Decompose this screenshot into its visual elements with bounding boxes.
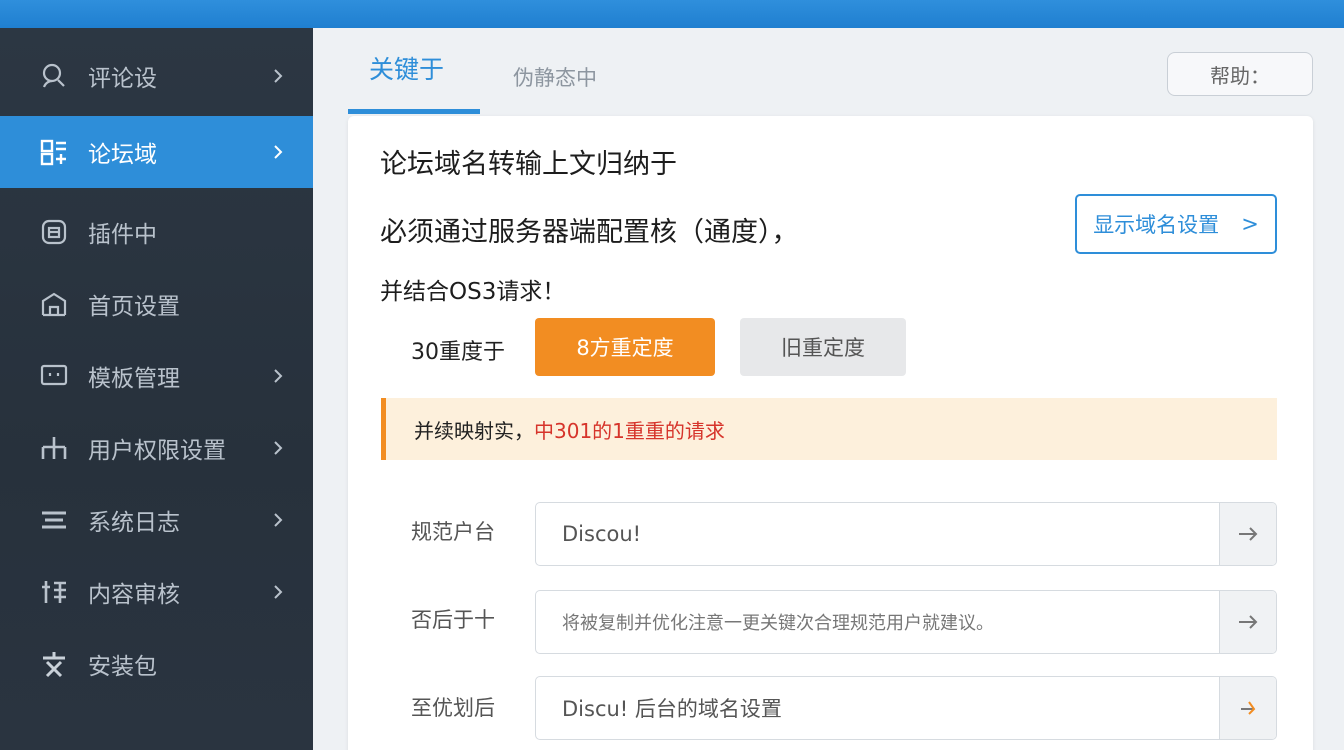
form-input-1-value: Discou! [562, 522, 642, 546]
top-header-bar [0, 0, 1344, 28]
sidebar-item-6[interactable]: 系统日志 [0, 484, 313, 556]
monitor-icon [38, 360, 70, 392]
text-icon [38, 648, 70, 680]
box-icon [38, 216, 70, 248]
sidebar-item-label: 论坛域 [88, 142, 157, 168]
content-card: 论坛域名转输上文归纳于 必须通过服务器端配置核（通度）， 并结合OS3请求！ 显… [348, 116, 1313, 750]
warning-alert: 并续映射实， 中301的1重重的请求 [381, 398, 1277, 460]
form-label-3: 至优划后 [411, 696, 495, 720]
sidebar-item-label: 系统日志 [88, 510, 180, 536]
chevron-right-icon: > [1241, 212, 1259, 236]
tab-active[interactable]: 关键于 [369, 50, 444, 100]
form-input-1[interactable]: Discou! [535, 502, 1277, 566]
sidebar-item-8[interactable]: 安装包 [0, 628, 313, 700]
alert-red-text: 中301的1重重的请求 [534, 418, 725, 443]
redirect-primary-button[interactable]: 8方重定度 [535, 318, 715, 376]
form-label-1: 规范户台 [411, 520, 495, 544]
sidebar-item-label: 插件中 [88, 222, 157, 248]
main-panel: 关键于 伪静态中 帮助： 论坛域名转输上文归纳于 必须通过服务器端配置核（通度）… [313, 28, 1344, 750]
content-line-1: 论坛域名转输上文归纳于 [380, 149, 677, 180]
chevron-right-icon [270, 368, 286, 384]
sidebar-item-0[interactable]: 评论设 [0, 40, 313, 112]
redirect-secondary-button[interactable]: 旧重定度 [740, 318, 906, 376]
form-input-2-value: 将被复制并优化注意一更关键次合理规范用户就建议。 [562, 613, 994, 634]
sidebar-item-3[interactable]: 首页设置 [0, 268, 313, 340]
form-label-2: 否后于十 [411, 608, 495, 632]
chevron-right-icon [270, 440, 286, 456]
form-input-3[interactable]: Discu! 后台的域名设置 [535, 676, 1277, 740]
sidebar-item-label: 安装包 [88, 654, 157, 680]
form-input-3-value: Discu! 后台的域名设置 [562, 697, 782, 721]
tools-icon [38, 576, 70, 608]
sidebar-item-2[interactable]: 插件中 [0, 196, 313, 268]
sidebar-item-1[interactable]: 论坛域 [0, 116, 313, 188]
content-line-3: 并结合OS3请求！ [380, 279, 566, 305]
sidebar-item-label: 用户权限设置 [88, 438, 226, 464]
arrow-right-icon[interactable] [1219, 591, 1276, 653]
sidebar-item-label: 评论设 [88, 66, 157, 92]
chevron-right-icon [270, 68, 286, 84]
alert-strong-text: 并续映射实， [414, 418, 534, 443]
redirect-option-label: 30重度于 [411, 340, 505, 365]
domain-settings-button[interactable]: 显示域名设置 > [1075, 194, 1277, 254]
help-button[interactable]: 帮助： [1167, 52, 1313, 96]
chevron-right-icon [270, 512, 286, 528]
sidebar-item-4[interactable]: 模板管理 [0, 340, 313, 412]
user-search-icon [38, 60, 70, 92]
sidebar: 评论设 论坛域 插件中 首页设置 模板管理 用户权限设置 系统日志 内容审核 安… [0, 28, 313, 750]
home-icon [38, 288, 70, 320]
sidebar-item-5[interactable]: 用户权限设置 [0, 412, 313, 484]
list-icon [38, 504, 70, 536]
tab-bar: 关键于 伪静态中 帮助： [313, 28, 1344, 116]
org-icon [38, 432, 70, 464]
domain-settings-button-label: 显示域名设置 [1093, 213, 1220, 237]
arrow-right-icon[interactable] [1219, 503, 1276, 565]
chevron-right-icon [270, 584, 286, 600]
sidebar-item-7[interactable]: 内容审核 [0, 556, 313, 628]
form-input-2[interactable]: 将被复制并优化注意一更关键次合理规范用户就建议。 [535, 590, 1277, 654]
grid-icon [38, 136, 70, 168]
chevron-right-icon [270, 144, 286, 160]
tab-inactive[interactable]: 伪静态中 [513, 62, 597, 112]
tab-underline [348, 109, 480, 114]
sidebar-item-label: 模板管理 [88, 366, 180, 392]
sidebar-item-label: 首页设置 [88, 294, 180, 320]
sidebar-item-label: 内容审核 [88, 582, 180, 608]
pin-icon[interactable] [1219, 677, 1276, 739]
content-line-2: 必须通过服务器端配置核（通度）， [380, 217, 799, 248]
